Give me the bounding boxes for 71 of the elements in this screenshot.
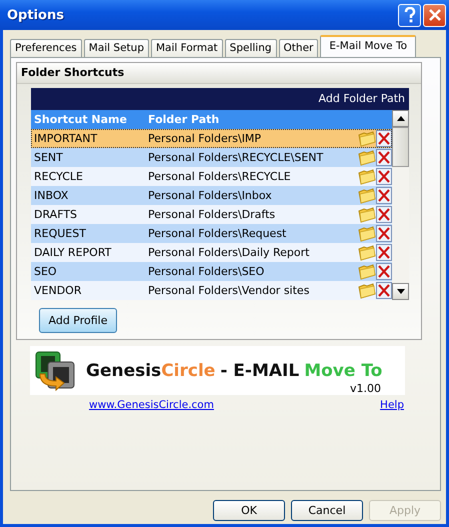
folder-icon[interactable] <box>358 244 376 261</box>
logo-text: - E-MAIL <box>220 360 300 380</box>
close-icon <box>428 8 442 22</box>
delete-icon[interactable] <box>376 149 392 166</box>
table-cell-text: IMPORTANT <box>33 131 98 147</box>
table-cell-text: VENDOR <box>33 283 82 299</box>
table-cell-text: SEO <box>33 264 58 280</box>
tab[interactable]: Spelling <box>224 39 277 57</box>
table-cell-text: Personal Folders\IMP <box>148 131 262 147</box>
grid-row[interactable]: DAILY REPORT Personal Folders\Daily Report <box>31 243 392 262</box>
table-cell-text: Personal Folders\RECYCLE <box>148 169 292 185</box>
table-cell-text: Personal Folders\Drafts <box>148 207 276 223</box>
scroll-thumb[interactable] <box>392 127 409 167</box>
grid-row[interactable]: RECYCLE Personal Folders\RECYCLE <box>31 167 392 186</box>
dialog-button[interactable]: OK <box>213 500 285 521</box>
link[interactable]: Help <box>380 399 404 411</box>
delete-icon[interactable] <box>376 206 392 223</box>
logo-text: Move To <box>304 360 382 380</box>
add-folder-path-link[interactable]: Add Folder Path <box>31 88 409 110</box>
delete-icon[interactable] <box>376 187 392 204</box>
question-mark-icon <box>402 7 416 23</box>
grid-row[interactable]: SEO Personal Folders\SEO <box>31 262 392 281</box>
tab[interactable]: Mail Format <box>151 39 223 57</box>
table-cell-text: Personal Folders\Vendor sites <box>148 283 310 299</box>
logo-text: Circle <box>161 360 216 380</box>
table-cell-text: Personal Folders\RECYCLE\SENT <box>148 150 324 166</box>
link[interactable]: www.GenesisCircle.com <box>89 399 214 411</box>
column-header: Folder Path <box>148 113 220 126</box>
folder-icon[interactable] <box>358 206 376 223</box>
folder-icon[interactable] <box>358 168 376 185</box>
table-cell-text: Personal Folders\Request <box>148 226 288 242</box>
tab[interactable]: Mail Setup <box>84 39 149 57</box>
up-arrow-icon <box>396 116 404 121</box>
table-cell-text: INBOX <box>33 188 70 204</box>
table-cell-text: REQUEST <box>33 226 87 242</box>
window-title: Options <box>7 8 64 22</box>
grid-row[interactable]: REQUEST Personal Folders\Request <box>31 224 392 243</box>
delete-icon[interactable] <box>376 244 392 261</box>
group-title: Folder Shortcuts <box>17 63 421 84</box>
table-cell-text: DRAFTS <box>33 207 78 223</box>
delete-icon[interactable] <box>376 130 392 147</box>
table-cell-text: Personal Folders\Inbox <box>148 188 273 204</box>
add-profile-button[interactable]: Add Profile <box>39 308 117 333</box>
delete-icon[interactable] <box>376 263 392 280</box>
tab[interactable]: E-Mail Move To <box>320 35 416 57</box>
grid-row[interactable]: VENDOR Personal Folders\Vendor sites <box>31 281 392 300</box>
delete-icon[interactable] <box>376 282 392 299</box>
delete-icon[interactable] <box>376 225 392 242</box>
grid-row[interactable]: SENT Personal Folders\RECYCLE\SENT <box>31 148 392 167</box>
tab[interactable]: Other <box>278 39 318 57</box>
dialog-button[interactable]: Cancel <box>291 500 363 521</box>
folder-icon[interactable] <box>358 282 376 299</box>
help-button[interactable] <box>398 4 421 26</box>
table-cell-text: SENT <box>33 150 64 166</box>
grid-row[interactable]: IMPORTANT Personal Folders\IMP <box>31 129 392 148</box>
version-label: v1.00 <box>350 382 381 395</box>
tab[interactable]: Preferences <box>10 39 82 57</box>
logo-text: Genesis <box>86 360 162 380</box>
column-header: Shortcut Name <box>33 113 128 126</box>
down-arrow-icon <box>396 289 404 294</box>
delete-icon[interactable] <box>376 168 392 185</box>
grid-row[interactable]: DRAFTS Personal Folders\Drafts <box>31 205 392 224</box>
table-cell-text: Personal Folders\Daily Report <box>148 245 310 261</box>
grid-row[interactable]: INBOX Personal Folders\Inbox <box>31 186 392 205</box>
table-cell-text: Personal Folders\SEO <box>148 264 266 280</box>
scrollbar[interactable] <box>392 110 409 300</box>
scroll-down-button[interactable] <box>392 283 409 300</box>
table-cell-text: DAILY REPORT <box>33 245 112 261</box>
close-button[interactable] <box>423 4 446 26</box>
scroll-up-button[interactable] <box>392 110 409 127</box>
table-cell-text: RECYCLE <box>33 169 84 185</box>
